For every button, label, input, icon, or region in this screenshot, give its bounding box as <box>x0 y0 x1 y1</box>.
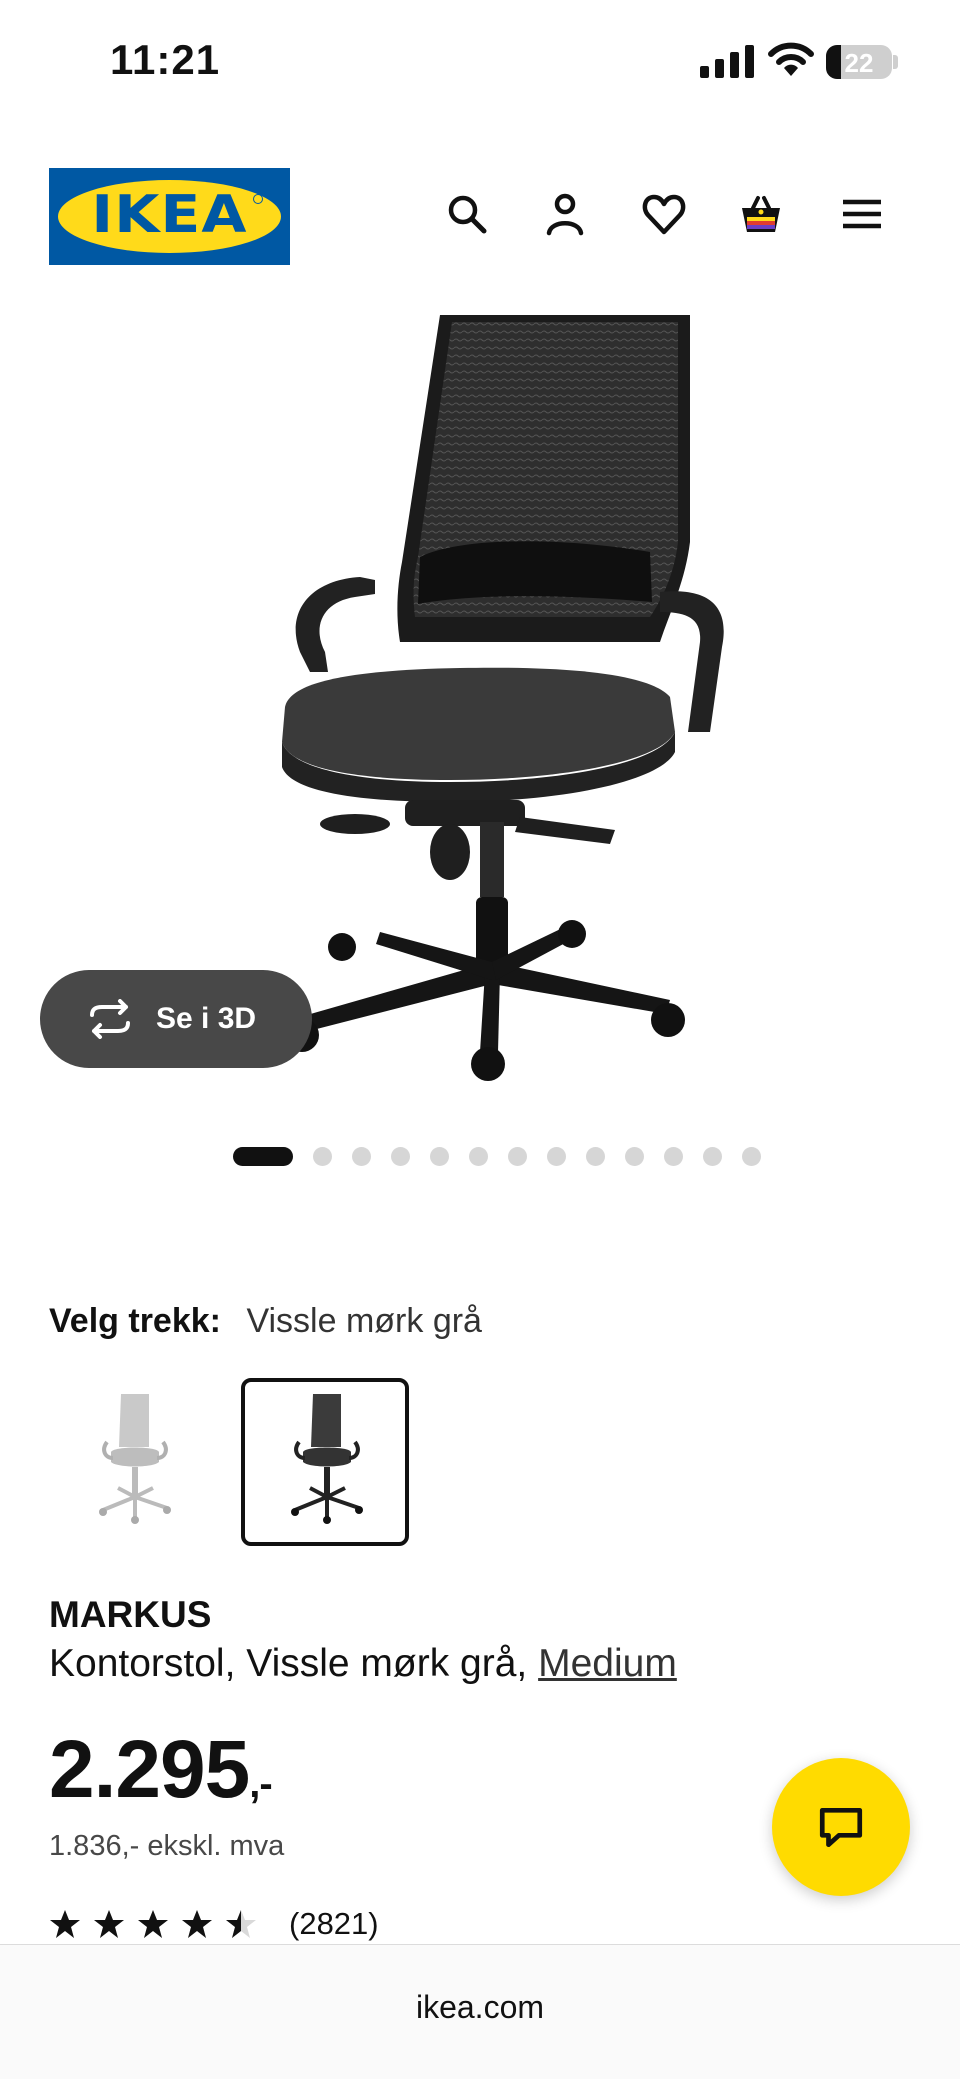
price-excluding-vat: 1.836,- ekskl. mva <box>49 1830 285 1862</box>
light-grey-chair-thumbnail <box>99 1394 171 1524</box>
heart-icon[interactable] <box>640 190 688 238</box>
fabric-selector-row: Velg trekk: Vissle mørk grå <box>49 1302 482 1341</box>
size-link[interactable]: Medium <box>538 1642 677 1685</box>
gallery-dot[interactable] <box>664 1147 683 1166</box>
search-icon[interactable] <box>443 190 491 238</box>
view-3d-label: Se i 3D <box>156 1002 257 1035</box>
gallery-dot[interactable] <box>586 1147 605 1166</box>
product-name: MARKUS <box>49 1594 212 1635</box>
battery-level: 22 <box>844 48 874 78</box>
dark-grey-chair-thumbnail <box>291 1394 363 1524</box>
chat-button[interactable] <box>772 1758 910 1896</box>
gallery-dot[interactable] <box>233 1147 293 1166</box>
gallery-dot[interactable] <box>430 1147 449 1166</box>
product-image[interactable] <box>230 312 730 1112</box>
ikea-logo[interactable]: IKEA <box>49 168 290 265</box>
rotate-3d-icon <box>90 999 130 1039</box>
rating-count: (2821) <box>289 1906 379 1941</box>
gallery-pagination[interactable] <box>233 1147 761 1166</box>
fabric-label: Velg trekk: <box>49 1302 221 1340</box>
account-icon[interactable] <box>541 190 589 238</box>
price-suffix: ,- <box>249 1762 272 1806</box>
browser-url-bar[interactable]: ikea.com <box>0 1944 960 2079</box>
price-main: 2.295 <box>49 1724 250 1815</box>
product-price: 2.295,- <box>49 1723 273 1817</box>
view-3d-button[interactable]: Se i 3D <box>40 970 312 1068</box>
cellular-signal-icon <box>700 44 754 78</box>
gallery-dot[interactable] <box>508 1147 527 1166</box>
variant-option-dark-grey[interactable] <box>241 1378 409 1546</box>
gallery-dot[interactable] <box>625 1147 644 1166</box>
chat-icon <box>819 1807 863 1848</box>
logo-text: IKEA <box>91 185 248 245</box>
star-icon <box>138 1910 168 1938</box>
star-icon <box>182 1910 212 1938</box>
rating-stars <box>49 1908 269 1940</box>
menu-icon[interactable] <box>838 190 886 238</box>
gallery-dot[interactable] <box>703 1147 722 1166</box>
star-icon <box>50 1910 80 1938</box>
star-icon <box>94 1910 124 1938</box>
product-description: Kontorstol, Vissle mørk grå, Medium <box>49 1642 677 1686</box>
cart-icon[interactable] <box>737 190 785 238</box>
gallery-dot[interactable] <box>352 1147 371 1166</box>
star-icon <box>226 1910 256 1938</box>
battery-icon: 22 <box>826 45 892 79</box>
battery-tip <box>893 55 898 69</box>
fabric-value: Vissle mørk grå <box>246 1302 482 1340</box>
gallery-dot[interactable] <box>742 1147 761 1166</box>
url-text: ikea.com <box>415 1989 545 2025</box>
wifi-icon <box>768 40 814 80</box>
product-description-text: Kontorstol, Vissle mørk grå, <box>49 1642 528 1685</box>
gallery-dot[interactable] <box>391 1147 410 1166</box>
gallery-dot[interactable] <box>469 1147 488 1166</box>
gallery-dot[interactable] <box>313 1147 332 1166</box>
gallery-dot[interactable] <box>547 1147 566 1166</box>
variant-option-light-grey[interactable] <box>49 1378 217 1546</box>
status-time: 11:21 <box>110 36 221 83</box>
product-rating[interactable]: (2821) <box>49 1906 379 1942</box>
